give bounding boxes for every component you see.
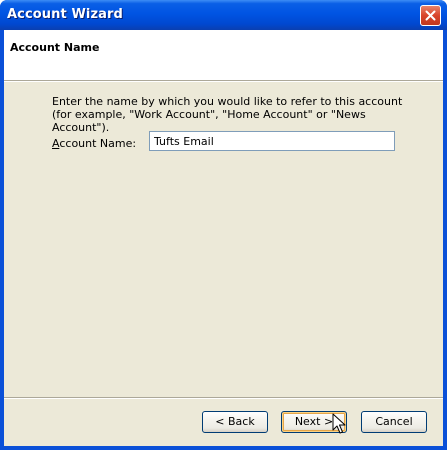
footer-divider xyxy=(4,397,443,399)
close-button[interactable] xyxy=(420,5,441,26)
page-title: Account Name xyxy=(10,41,100,54)
account-name-label: Account Name: xyxy=(52,137,136,150)
window-title: Account Wizard xyxy=(7,7,123,22)
account-name-input[interactable] xyxy=(149,131,395,151)
close-icon xyxy=(425,10,436,21)
header-divider xyxy=(4,81,443,82)
account-name-label-text: ccount Name: xyxy=(59,137,137,150)
instructions-text: Enter the name by which you would like t… xyxy=(52,95,403,134)
cancel-button[interactable]: Cancel xyxy=(361,411,427,433)
title-bar[interactable]: Account Wizard xyxy=(0,0,447,30)
back-button[interactable]: < Back xyxy=(202,411,268,433)
wizard-header: Account Name xyxy=(4,30,443,81)
wizard-body: Account Name Enter the name by which you… xyxy=(4,30,443,446)
mouse-pointer-icon xyxy=(332,413,346,434)
account-wizard-window: Account Wizard Account Name Enter the na… xyxy=(0,0,447,450)
